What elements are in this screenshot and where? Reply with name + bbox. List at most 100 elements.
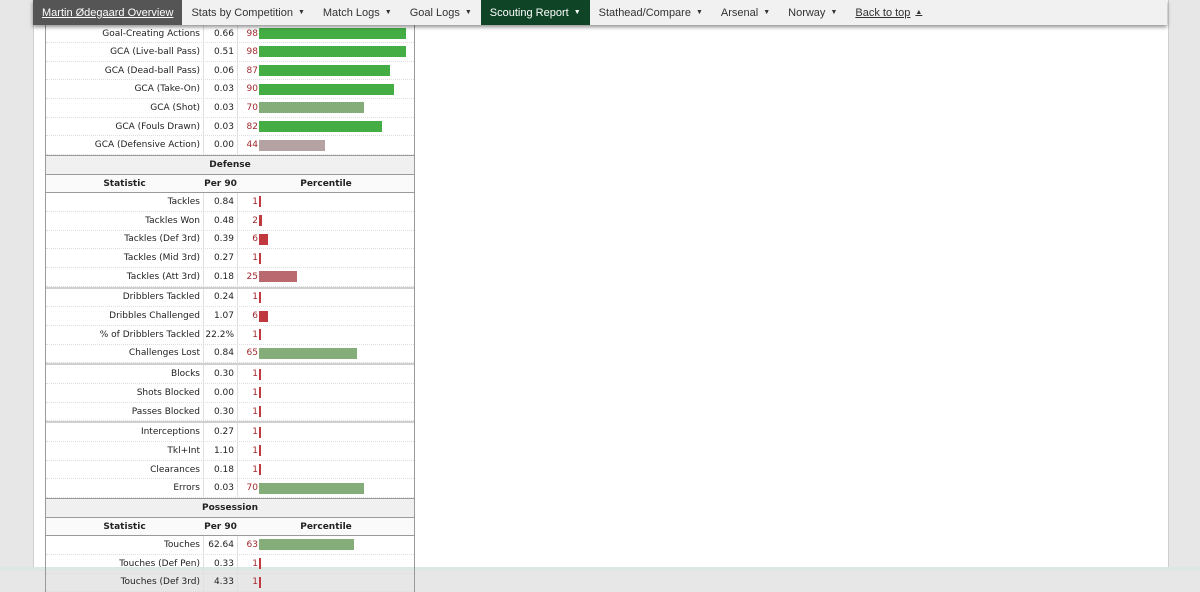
- statistic-name: Tackles (Def 3rd): [46, 234, 203, 244]
- percentile-number: 65: [238, 348, 258, 358]
- per90-value: 0.30: [203, 365, 238, 383]
- nav-item-norway[interactable]: Norway▼: [779, 0, 846, 25]
- percentile-cell: 1: [238, 326, 414, 344]
- per90-value: 0.39: [203, 231, 238, 249]
- percentile-number: 98: [238, 29, 258, 39]
- column-header-percentile[interactable]: Percentile: [238, 522, 414, 532]
- column-header-statistic[interactable]: Statistic: [46, 522, 203, 532]
- percentile-cell: 1: [238, 423, 414, 441]
- section-header: Possession: [46, 498, 414, 518]
- percentile-number: 1: [238, 559, 258, 569]
- nav-item-scouting-report[interactable]: Scouting Report▼: [481, 0, 590, 25]
- per90-value: 0.00: [203, 384, 238, 402]
- column-header-per90[interactable]: Per 90: [203, 522, 238, 532]
- statistic-name: GCA (Defensive Action): [46, 140, 203, 150]
- percentile-bar: [259, 387, 261, 398]
- percentile-cell: 1: [238, 442, 414, 460]
- percentile-cell: 70: [238, 479, 414, 497]
- per90-value: 1.07: [203, 307, 238, 325]
- nav-item-stathead-compare[interactable]: Stathead/Compare▼: [590, 0, 712, 25]
- caret-down-icon: ▼: [298, 9, 305, 16]
- table-row: Shots Blocked0.001: [46, 384, 414, 403]
- percentile-number: 87: [238, 66, 258, 76]
- percentile-cell: 1: [238, 289, 414, 307]
- statistic-name: GCA (Take-On): [46, 84, 203, 94]
- caret-up-icon: ▲: [915, 9, 922, 16]
- percentile-cell: 1: [238, 403, 414, 421]
- statistic-name: Challenges Lost: [46, 348, 203, 358]
- nav-item-label: Back to top: [855, 7, 910, 19]
- percentile-number: 70: [238, 103, 258, 113]
- percentile-bar: [259, 558, 261, 569]
- per90-value: 0.84: [203, 345, 238, 363]
- percentile-bar: [259, 577, 261, 588]
- statistic-name: % of Dribblers Tackled: [46, 330, 203, 340]
- table-row: Passes Blocked0.301: [46, 403, 414, 422]
- table-row: Interceptions0.271: [46, 421, 414, 442]
- per90-value: 0.18: [203, 461, 238, 479]
- statistic-name: Tkl+Int: [46, 446, 203, 456]
- table-row: Goal-Creating Actions0.6698: [46, 25, 414, 43]
- per90-value: 62.64: [203, 536, 238, 554]
- statistic-name: Interceptions: [46, 427, 203, 437]
- percentile-cell: 82: [238, 118, 414, 136]
- per90-value: 0.18: [203, 268, 238, 286]
- percentile-bar: [259, 84, 394, 95]
- statistic-name: GCA (Live-ball Pass): [46, 47, 203, 57]
- percentile-cell: 1: [238, 193, 414, 211]
- table-row: Touches62.6463: [46, 536, 414, 555]
- per90-value: 0.48: [203, 212, 238, 230]
- statistic-name: Tackles (Att 3rd): [46, 272, 203, 282]
- per90-value: 0.66: [203, 25, 238, 42]
- statistic-name: Errors: [46, 483, 203, 493]
- percentile-bar: [259, 464, 261, 475]
- percentile-bar: [259, 483, 364, 494]
- percentile-bar: [259, 406, 261, 417]
- percentile-cell: 98: [238, 43, 414, 61]
- percentile-number: 1: [238, 388, 258, 398]
- column-header-per90[interactable]: Per 90: [203, 179, 238, 189]
- column-header-statistic[interactable]: Statistic: [46, 179, 203, 189]
- percentile-bar: [259, 46, 406, 57]
- percentile-bar: [259, 253, 261, 264]
- percentile-number: 6: [238, 234, 258, 244]
- percentile-number: 1: [238, 330, 258, 340]
- caret-down-icon: ▼: [763, 9, 770, 16]
- percentile-bar: [259, 65, 390, 76]
- percentile-number: 1: [238, 577, 258, 587]
- percentile-bar: [259, 234, 268, 245]
- percentile-number: 1: [238, 369, 258, 379]
- table-row: Tackles (Att 3rd)0.1825: [46, 268, 414, 287]
- table-row: GCA (Shot)0.0370: [46, 99, 414, 118]
- percentile-bar: [259, 292, 261, 303]
- nav-item-label: Arsenal: [721, 7, 758, 19]
- statistic-name: GCA (Dead-ball Pass): [46, 66, 203, 76]
- column-header-percentile[interactable]: Percentile: [238, 179, 414, 189]
- nav-item-back-to-top[interactable]: Back to top ▲: [846, 0, 931, 25]
- nav-item-label: Stats by Competition: [191, 7, 293, 19]
- percentile-cell: 1: [238, 249, 414, 267]
- statistic-name: Tackles: [46, 197, 203, 207]
- statistic-name: Touches (Def Pen): [46, 559, 203, 569]
- percentile-cell: 2: [238, 212, 414, 230]
- nav-item-arsenal[interactable]: Arsenal ▼: [712, 0, 779, 25]
- table-row: Clearances0.181: [46, 461, 414, 480]
- nav-item-martin-degaard-overview[interactable]: Martin Ødegaard Overview: [33, 0, 182, 25]
- nav-item-match-logs[interactable]: Match Logs▼: [314, 0, 401, 25]
- percentile-number: 63: [238, 540, 258, 550]
- nav-item-goal-logs[interactable]: Goal Logs▼: [401, 0, 481, 25]
- per90-value: 0.84: [203, 193, 238, 211]
- table-row: GCA (Take-On)0.0390: [46, 80, 414, 99]
- statistic-name: Blocks: [46, 369, 203, 379]
- per90-value: 0.03: [203, 118, 238, 136]
- percentile-bar: [259, 427, 261, 438]
- nav-item-stats-by-competition[interactable]: Stats by Competition ▼: [182, 0, 313, 25]
- statistic-name: Dribblers Tackled: [46, 292, 203, 302]
- statistic-name: Passes Blocked: [46, 407, 203, 417]
- percentile-number: 1: [238, 407, 258, 417]
- per90-value: 0.03: [203, 479, 238, 497]
- table-row: GCA (Dead-ball Pass)0.0687: [46, 62, 414, 81]
- percentile-cell: 1: [238, 365, 414, 383]
- statistic-name: Dribbles Challenged: [46, 311, 203, 321]
- statistic-name: GCA (Fouls Drawn): [46, 122, 203, 132]
